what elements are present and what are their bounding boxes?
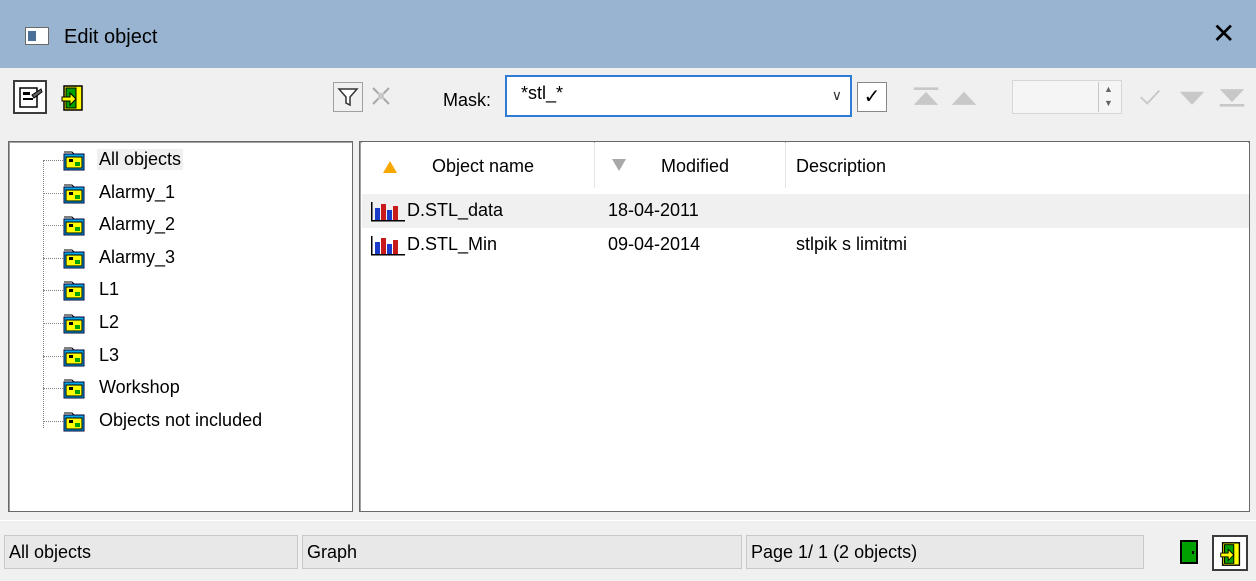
- table-row[interactable]: D.STL_Min 09-04-2014 stlpik s limitmi: [362, 228, 1249, 262]
- tree-item-label: Alarmy_3: [99, 246, 176, 267]
- door-icon: [1180, 540, 1198, 564]
- clear-filter-icon: [372, 87, 390, 105]
- tree-connector: [43, 192, 65, 194]
- last-page-icon[interactable]: [1218, 82, 1246, 112]
- tree-item-label: L1: [99, 279, 120, 300]
- tree-item[interactable]: Alarmy_1: [9, 178, 349, 209]
- properties-icon: [19, 87, 43, 108]
- cell-object-name: D.STL_Min: [407, 234, 498, 254]
- tree-item-label: All objects: [97, 149, 184, 170]
- tree-connector: [43, 388, 65, 390]
- tree-connector: [43, 355, 65, 357]
- object-group-icon: [63, 378, 85, 400]
- tree-item-label: L3: [99, 344, 120, 365]
- confirm-page-icon[interactable]: [1136, 82, 1164, 112]
- tree-connector: [43, 160, 65, 161]
- clear-filter-button[interactable]: [367, 82, 397, 112]
- mask-label: Mask:: [443, 90, 492, 110]
- tree-item[interactable]: All objects: [9, 145, 349, 176]
- sort-ascending-icon: [383, 161, 397, 173]
- tree-item[interactable]: L2: [9, 308, 349, 339]
- tree-item-label: L2: [99, 312, 120, 332]
- object-list[interactable]: Object name Modified Description D.STL_d…: [359, 141, 1250, 512]
- window-icon: [25, 27, 49, 45]
- exit-button[interactable]: [55, 80, 89, 114]
- mask-value: *stl_*: [521, 83, 564, 103]
- tree-connector: [43, 290, 65, 292]
- object-group-icon: [63, 280, 85, 302]
- column-header-object-name[interactable]: Object name: [362, 142, 594, 190]
- graph-object-icon: [370, 234, 406, 256]
- object-group-icon: [63, 411, 85, 433]
- tree-item[interactable]: Objects not included: [9, 406, 349, 437]
- cell-description: stlpik s limitmi: [796, 234, 907, 254]
- next-page-icon[interactable]: [1178, 82, 1206, 112]
- status-page: Page 1/ 1 (2 objects): [746, 535, 1144, 569]
- mask-input[interactable]: *stl_* ∨: [505, 75, 852, 117]
- tree-item[interactable]: Alarmy_2: [9, 210, 349, 241]
- tree-item[interactable]: Workshop: [9, 373, 349, 404]
- graph-object-icon: [370, 200, 406, 222]
- tree-item[interactable]: Alarmy_3: [9, 243, 349, 274]
- column-header-modified[interactable]: Modified: [595, 142, 785, 190]
- object-group-icon: [63, 313, 85, 335]
- cell-modified: 18-04-2011: [608, 200, 699, 220]
- tree-item-label: Workshop: [99, 377, 180, 398]
- tree-connector: [43, 323, 65, 324]
- status-group: All objects: [4, 535, 298, 569]
- table-row[interactable]: D.STL_data 18-04-2011: [362, 194, 1249, 228]
- exit-icon: [1220, 542, 1241, 566]
- prev-page-icon[interactable]: [950, 82, 978, 112]
- tree-connector: [43, 225, 65, 227]
- chevron-down-icon[interactable]: ∨: [832, 87, 842, 104]
- filter-icon: [337, 88, 359, 107]
- tree-item-label: Alarmy_2: [99, 214, 176, 235]
- object-group-icon: [63, 215, 85, 237]
- cell-modified: 09-04-2014: [608, 234, 701, 254]
- cancel-button[interactable]: [1172, 535, 1206, 569]
- tree-connector: [43, 257, 65, 259]
- object-group-icon: [63, 346, 85, 368]
- object-group-icon: [63, 183, 85, 205]
- window-title: Edit object: [64, 26, 158, 48]
- tree-item[interactable]: L3: [9, 341, 349, 372]
- tree-item-label: Objects not included: [99, 409, 263, 430]
- close-button[interactable]: ✕: [1212, 20, 1235, 48]
- exit-icon: [61, 85, 83, 111]
- sort-descending-icon: [612, 159, 626, 171]
- object-group-icon: [63, 150, 85, 172]
- tree-connector: [43, 420, 65, 422]
- ok-button[interactable]: [1212, 535, 1248, 571]
- apply-mask-button[interactable]: ✓: [857, 82, 887, 112]
- cell-object-name: D.STL_data: [407, 200, 504, 220]
- object-group-tree[interactable]: All objects Alarmy_1 Alarmy_2 Alarmy_3 L1 L2 L…: [8, 141, 353, 512]
- tree-item-label: Alarmy_1: [99, 181, 176, 202]
- first-page-icon[interactable]: [912, 82, 940, 112]
- filter-button[interactable]: [333, 82, 363, 112]
- tree-item[interactable]: L1: [9, 275, 349, 306]
- status-type: Graph: [302, 535, 742, 569]
- page-spinner[interactable]: ▲ ▼: [1098, 82, 1118, 112]
- column-header-description[interactable]: Description: [786, 142, 1248, 190]
- object-group-icon: [63, 248, 85, 270]
- properties-button[interactable]: [13, 80, 47, 114]
